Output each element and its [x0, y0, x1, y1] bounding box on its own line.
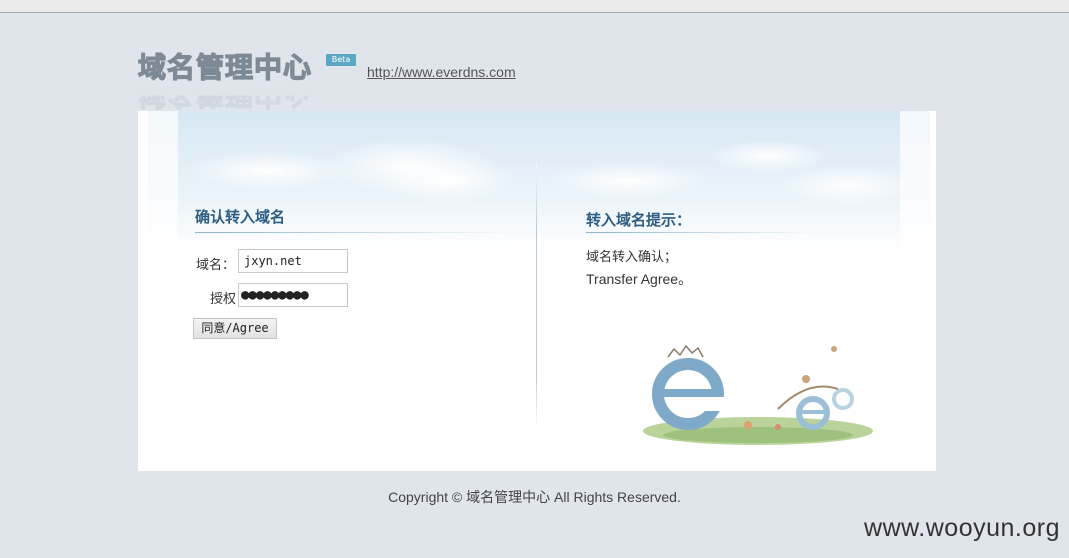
transfer-panel: 确认转入域名 域名： jxyn.net 授权 ●●●●●●●●● 同意/Agre… — [138, 111, 936, 471]
domain-input[interactable]: jxyn.net — [238, 249, 348, 273]
beta-badge: Beta — [326, 54, 356, 66]
site-logo: 域名管理中心 域名管理中心 — [137, 51, 318, 98]
browser-top-bar — [0, 0, 1069, 13]
footer-copyright: Copyright © 域名管理中心 All Rights Reserved. — [388, 489, 681, 505]
watermark-text: www.wooyun.org — [864, 514, 1060, 542]
agree-button[interactable]: 同意/Agree — [193, 318, 277, 339]
tip-line-1: 域名转入确认； — [586, 250, 678, 265]
ie-illustration — [643, 344, 873, 445]
panel-divider — [536, 163, 537, 425]
auth-code-input[interactable]: ●●●●●●●●● — [238, 283, 348, 307]
auth-code-label: 授权 — [210, 292, 237, 307]
tips-heading-underline — [586, 232, 816, 233]
tips-heading: 转入域名提示： — [586, 211, 692, 229]
form-heading: 确认转入域名 — [195, 208, 286, 226]
site-url-link[interactable]: http://www.everdns.com — [367, 64, 516, 80]
tip-line-2: Transfer Agree。 — [586, 271, 693, 287]
sky-clouds-background — [148, 111, 930, 251]
form-heading-underline — [195, 232, 515, 233]
domain-label: 域名： — [196, 258, 236, 273]
logo-text: 域名管理中心 — [137, 51, 313, 84]
